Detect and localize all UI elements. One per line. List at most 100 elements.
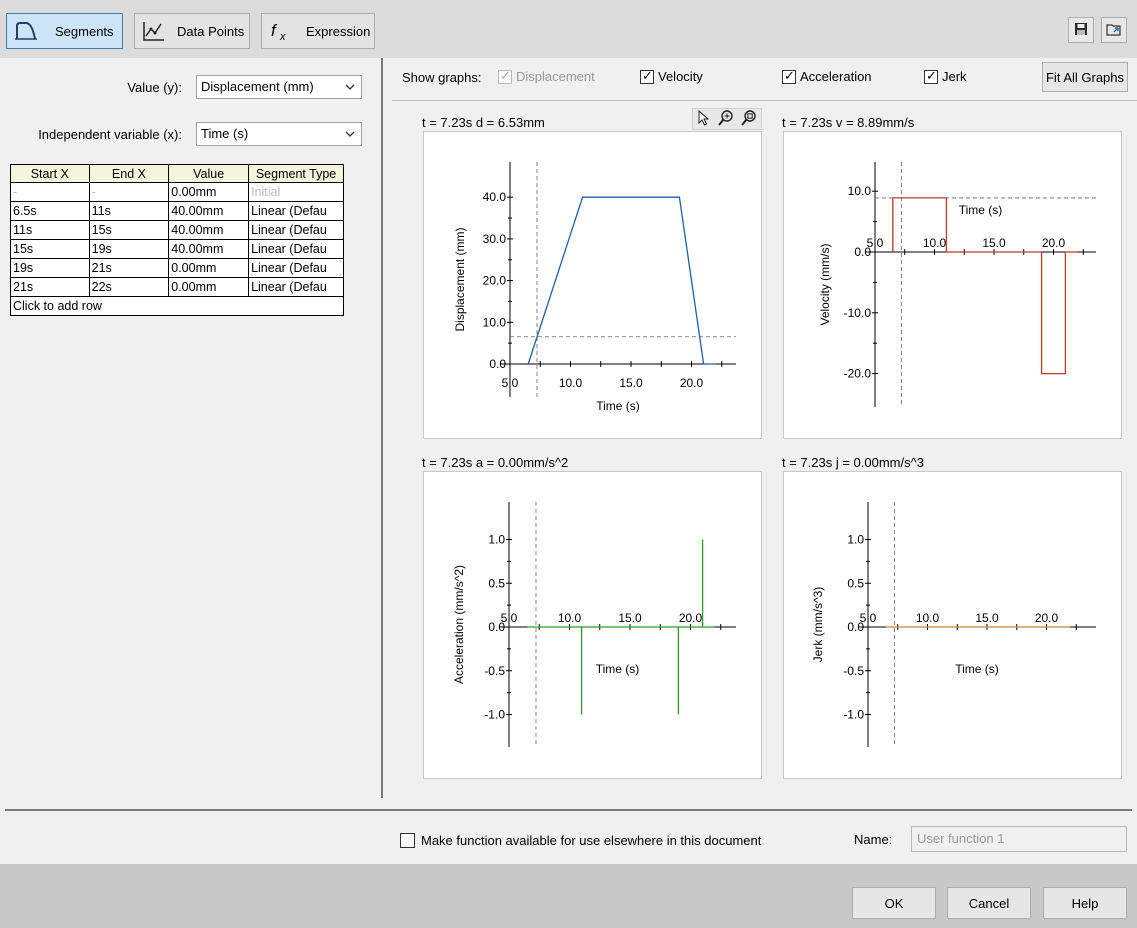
cell-value[interactable]: 0.00mm bbox=[168, 258, 250, 278]
zoom-extents-icon[interactable] bbox=[741, 109, 757, 129]
x-tick-label: 15.0 bbox=[982, 236, 1006, 250]
y-axis-label: Displacement (mm) bbox=[453, 227, 467, 331]
cell-start-x[interactable]: 21s bbox=[10, 277, 90, 297]
acceleration-checkbox-label: Acceleration bbox=[800, 69, 872, 84]
name-label: Name: bbox=[854, 832, 893, 847]
ok-button[interactable]: OK bbox=[852, 887, 936, 919]
y-tick-label: -1.0 bbox=[484, 708, 505, 722]
data-points-chart-icon bbox=[141, 18, 167, 44]
function-name-input[interactable]: User function 1 bbox=[911, 826, 1127, 852]
y-tick-label: -10.0 bbox=[844, 306, 872, 320]
cell-segment-type[interactable]: Linear (Defau bbox=[248, 239, 344, 259]
expression-mode-button[interactable]: fx Expression bbox=[261, 13, 375, 49]
table-row[interactable]: 21s 22s 0.00mm Linear (Defau bbox=[10, 277, 344, 297]
header-value: Value bbox=[168, 164, 250, 183]
acceleration-graph[interactable]: 5.0 10.0 15.0 20.0 -1.0 -0.5 0.0 0.5 1.0 Time (s)… bbox=[423, 471, 762, 779]
cell-segment-type: Initial bbox=[248, 182, 344, 202]
cell-value[interactable]: 40.00mm bbox=[168, 220, 250, 240]
independent-variable-select[interactable]: Time (s) bbox=[196, 122, 362, 146]
cell-value[interactable]: 40.00mm bbox=[168, 239, 250, 259]
table-row[interactable]: 6.5s 11s 40.00mm Linear (Defau bbox=[10, 201, 344, 221]
make-available-label: Make function available for use elsewher… bbox=[421, 833, 762, 848]
acceleration-graph-title: t = 7.23s a = 0.00mm/s^2 bbox=[422, 455, 569, 470]
y-axis-label: Acceleration (mm/s^2) bbox=[452, 565, 466, 684]
y-tick-label: 0.0 bbox=[854, 245, 871, 259]
segments-mode-button[interactable]: Segments bbox=[6, 13, 123, 49]
value-y-selected: Displacement (mm) bbox=[201, 79, 314, 94]
add-row-button[interactable]: Click to add row bbox=[10, 296, 344, 316]
velocity-graph[interactable]: 5.0 10.0 15.0 20.0 -20.0 -10.0 0.0 10.0 Time (s)… bbox=[783, 131, 1122, 439]
cell-segment-type[interactable]: Linear (Defau bbox=[248, 258, 344, 278]
velocity-chart-svg: 5.0 10.0 15.0 20.0-20.0-10.00.010.0Time (s)… bbox=[818, 162, 1096, 407]
jerk-graph[interactable]: 5.0 10.0 15.0 20.0 -1.0 -0.5 0.0 0.5 1.0 Time (s)… bbox=[783, 471, 1122, 779]
cell-value[interactable]: 40.00mm bbox=[168, 201, 250, 221]
cell-segment-type[interactable]: Linear (Defau bbox=[248, 277, 344, 297]
y-tick-label: 40.0 bbox=[483, 190, 507, 204]
jerk-checkbox-label: Jerk bbox=[942, 69, 967, 84]
cancel-button[interactable]: Cancel bbox=[947, 887, 1031, 919]
table-row[interactable]: 15s 19s 40.00mm Linear (Defau bbox=[10, 239, 344, 259]
graphs-header-separator bbox=[392, 100, 1137, 101]
fit-all-graphs-button[interactable]: Fit All Graphs bbox=[1042, 62, 1128, 92]
bottom-divider bbox=[5, 809, 1132, 811]
y-tick-label: -0.5 bbox=[484, 664, 505, 678]
y-axis-label: Jerk (mm/s^3) bbox=[811, 587, 825, 663]
cell-end-x[interactable]: 21s bbox=[88, 258, 170, 278]
cell-start-x[interactable]: 6.5s bbox=[10, 201, 90, 221]
cell-start-x[interactable]: 19s bbox=[10, 258, 90, 278]
cell-end-x[interactable]: 11s bbox=[88, 201, 170, 221]
cell-start-x: - bbox=[10, 182, 90, 202]
pointer-icon[interactable] bbox=[697, 109, 711, 129]
value-y-select[interactable]: Displacement (mm) bbox=[196, 75, 362, 99]
chevron-down-icon bbox=[345, 127, 355, 143]
displacement-chart-svg: 5.0 10.0 15.0 20.0 0.0 10.0 20.0 30.0 40.0 Time (… bbox=[453, 162, 736, 413]
segments-curve-icon bbox=[13, 18, 39, 44]
jerk-checkbox[interactable]: ✓ Jerk bbox=[924, 68, 967, 84]
y-tick-label: 1.0 bbox=[847, 533, 864, 547]
table-row[interactable]: 11s 15s 40.00mm Linear (Defau bbox=[10, 220, 344, 240]
y-axis-label: Velocity (mm/s) bbox=[818, 243, 832, 325]
zoom-in-icon[interactable] bbox=[718, 109, 734, 129]
x-axis-label: Time (s) bbox=[955, 662, 999, 676]
velocity-graph-title: t = 7.23s v = 8.89mm/s bbox=[782, 115, 915, 130]
cell-start-x[interactable]: 11s bbox=[10, 220, 90, 240]
y-tick-label: 20.0 bbox=[483, 274, 507, 288]
y-tick-label: 0.0 bbox=[489, 357, 506, 371]
cell-start-x[interactable]: 15s bbox=[10, 239, 90, 259]
segments-mode-label: Segments bbox=[55, 23, 114, 39]
open-folder-icon bbox=[1106, 22, 1122, 39]
y-tick-label: 0.0 bbox=[847, 620, 864, 634]
table-row[interactable]: - - 0.00mm Initial bbox=[10, 182, 344, 202]
x-tick-label: 15.0 bbox=[618, 611, 642, 625]
y-tick-label: 1.0 bbox=[488, 533, 505, 547]
independent-variable-label: Independent variable (x): bbox=[38, 127, 182, 142]
y-tick-label: 10.0 bbox=[848, 184, 872, 198]
cell-end-x[interactable]: 22s bbox=[88, 277, 170, 297]
displacement-checkbox-label: Displacement bbox=[516, 69, 595, 84]
y-tick-label: 0.5 bbox=[488, 576, 505, 590]
cell-end-x[interactable]: 15s bbox=[88, 220, 170, 240]
cell-segment-type[interactable]: Linear (Defau bbox=[248, 220, 344, 240]
cell-segment-type[interactable]: Linear (Defau bbox=[248, 201, 344, 221]
make-available-checkbox[interactable]: Make function available for use elsewher… bbox=[400, 833, 761, 848]
acceleration-chart-svg: 5.0 10.0 15.0 20.0-1.0-0.50.00.51.0Time (s)… bbox=[452, 502, 736, 747]
acceleration-checkbox[interactable]: ✓ Acceleration bbox=[782, 68, 872, 84]
y-tick-label: 0.0 bbox=[488, 620, 505, 634]
segments-table: Start X End X Value Segment Type - - 0.0… bbox=[10, 164, 344, 316]
help-button[interactable]: Help bbox=[1043, 887, 1127, 919]
series-line bbox=[527, 539, 715, 715]
displacement-graph[interactable]: 5.0 10.0 15.0 20.0 0.0 10.0 20.0 30.0 40.0 Time (… bbox=[423, 131, 762, 439]
cell-end-x: - bbox=[88, 182, 170, 202]
table-row[interactable]: 19s 21s 0.00mm Linear (Defau bbox=[10, 258, 344, 278]
open-button[interactable] bbox=[1101, 17, 1127, 43]
save-button[interactable] bbox=[1068, 17, 1094, 43]
velocity-checkbox[interactable]: ✓ Velocity bbox=[640, 68, 703, 84]
data-points-mode-button[interactable]: Data Points bbox=[134, 13, 250, 49]
header-end-x: End X bbox=[88, 164, 170, 183]
cell-value[interactable]: 0.00mm bbox=[168, 182, 250, 202]
cell-end-x[interactable]: 19s bbox=[88, 239, 170, 259]
x-axis-label: Time (s) bbox=[959, 203, 1003, 217]
x-tick-label: 15.0 bbox=[619, 376, 643, 390]
cell-value[interactable]: 0.00mm bbox=[168, 277, 250, 297]
x-tick-label: 20.0 bbox=[680, 376, 704, 390]
